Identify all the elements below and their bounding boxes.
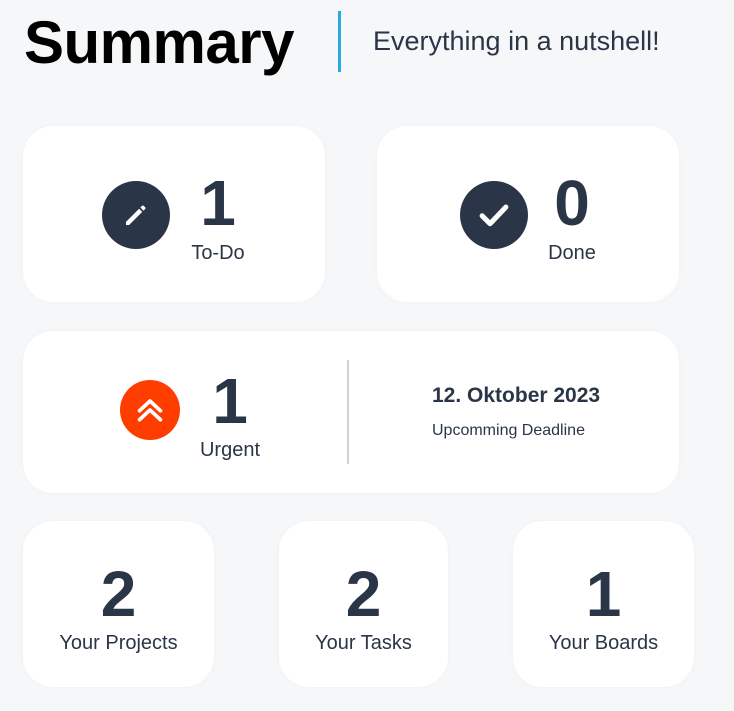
urgent-count: 1 [212,365,248,437]
tasks-count: 2 [345,558,382,630]
checkmark-icon [460,181,528,249]
projects-card[interactable]: 2 Your Projects [23,521,214,687]
projects-count: 2 [100,558,137,630]
projects-label: Your Projects [59,632,178,654]
page-subtitle: Everything in a nutshell! [373,26,660,56]
tasks-label: Your Tasks [315,632,412,654]
pencil-icon [102,181,170,249]
deadline-date: 12. Oktober 2023 [432,384,601,407]
done-card[interactable]: 0 Done [377,126,679,302]
tasks-card[interactable]: 2 Your Tasks [279,521,448,687]
todo-card[interactable]: 1 To-Do [23,126,325,302]
todo-label: To-Do [191,242,245,264]
urgent-label: Urgent [199,439,261,461]
urgent-divider [347,360,349,464]
boards-label: Your Boards [548,632,659,654]
urgent-card[interactable]: 1 Urgent [23,331,679,493]
todo-count: 1 [200,167,236,239]
deadline-label: Upcomming Deadline [432,422,585,439]
boards-card[interactable]: 1 Your Boards [513,521,694,687]
page-title: Summary [24,9,294,76]
boards-count: 1 [585,558,622,630]
done-count: 0 [554,167,590,239]
double-chevron-up-icon [120,380,180,440]
title-divider [338,11,341,72]
done-label: Done [548,242,596,264]
